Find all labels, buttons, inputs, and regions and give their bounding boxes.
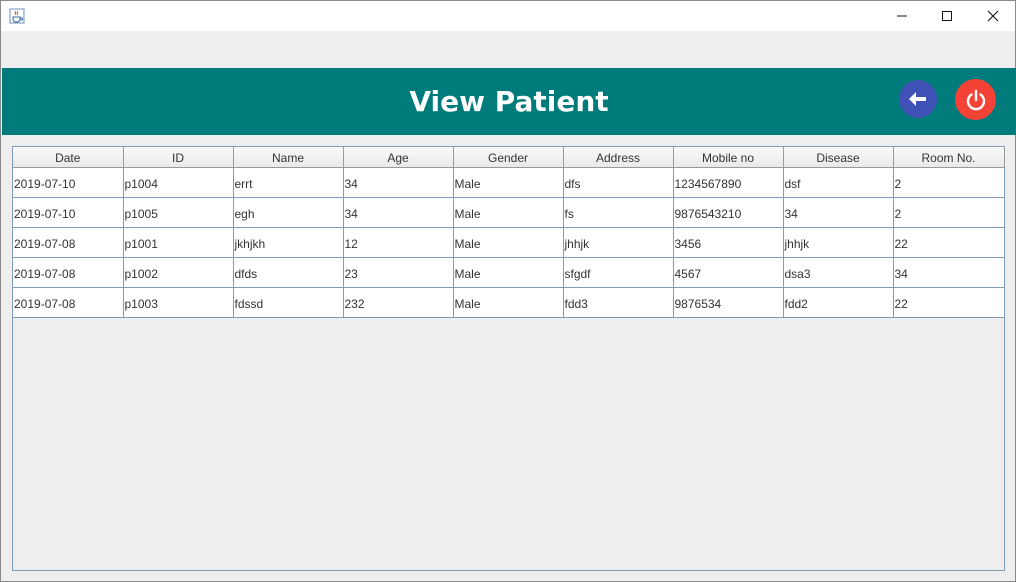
table-row[interactable]: 2019-07-08 p1002 dfds 23 Male sfgdf 4567… bbox=[13, 257, 1005, 288]
table-cell[interactable]: dfds bbox=[233, 257, 344, 288]
table-cell[interactable]: dsf bbox=[783, 167, 894, 198]
table-row[interactable]: 2019-07-08 p1003 fdssd 232 Male fdd3 987… bbox=[13, 287, 1005, 318]
column-header-gender[interactable]: Gender bbox=[453, 147, 564, 168]
table-cell[interactable]: fs bbox=[563, 197, 674, 228]
table-cell[interactable]: 23 bbox=[343, 257, 454, 288]
title-bar bbox=[1, 1, 1015, 31]
table-cell[interactable]: p1002 bbox=[123, 257, 234, 288]
table-cell[interactable]: 2 bbox=[893, 167, 1005, 198]
table-row[interactable]: 2019-07-10 p1004 errt 34 Male dfs 123456… bbox=[13, 167, 1005, 198]
table-header-row: Date ID Name Age Gender Address Mobile n… bbox=[13, 147, 1005, 168]
table-cell[interactable]: p1004 bbox=[123, 167, 234, 198]
table-cell[interactable]: 2019-07-10 bbox=[13, 167, 124, 198]
table-row[interactable]: 2019-07-08 p1001 jkhjkh 12 Male jhhjk 34… bbox=[13, 227, 1005, 258]
patient-table: Date ID Name Age Gender Address Mobile n… bbox=[13, 147, 1005, 318]
table-cell[interactable]: 34 bbox=[893, 257, 1005, 288]
table-cell[interactable]: Male bbox=[453, 257, 564, 288]
close-icon bbox=[987, 10, 999, 22]
table-cell[interactable]: 2 bbox=[893, 197, 1005, 228]
table-cell[interactable]: 12 bbox=[343, 227, 454, 258]
power-icon bbox=[966, 89, 985, 110]
close-button[interactable] bbox=[970, 1, 1016, 31]
table-cell[interactable]: 9876534 bbox=[673, 287, 784, 318]
page-title: View Patient bbox=[409, 85, 609, 118]
table-cell[interactable]: 2019-07-08 bbox=[13, 287, 124, 318]
table-cell[interactable]: 22 bbox=[893, 227, 1005, 258]
table-cell[interactable]: p1003 bbox=[123, 287, 234, 318]
table-row[interactable]: 2019-07-10 p1005 egh 34 Male fs 98765432… bbox=[13, 197, 1005, 228]
column-header-mobile[interactable]: Mobile no bbox=[673, 147, 784, 168]
table-cell[interactable]: 34 bbox=[343, 197, 454, 228]
table-cell[interactable]: fdd2 bbox=[783, 287, 894, 318]
table-cell[interactable]: Male bbox=[453, 227, 564, 258]
column-header-name[interactable]: Name bbox=[233, 147, 344, 168]
table-cell[interactable]: 22 bbox=[893, 287, 1005, 318]
table-cell[interactable]: Male bbox=[453, 287, 564, 318]
back-button[interactable] bbox=[899, 80, 937, 118]
table-cell[interactable]: 1234567890 bbox=[673, 167, 784, 198]
arrow-left-icon bbox=[909, 92, 926, 106]
table-cell[interactable]: dfs bbox=[563, 167, 674, 198]
table-cell[interactable]: jhhjk bbox=[783, 227, 894, 258]
app-window: View Patient Date ID Name Age Gender Add… bbox=[0, 0, 1016, 582]
table-cell[interactable]: jkhjkh bbox=[233, 227, 344, 258]
table-cell[interactable]: 2019-07-08 bbox=[13, 227, 124, 258]
table-cell[interactable]: 2019-07-10 bbox=[13, 197, 124, 228]
patient-table-scrollpane[interactable]: Date ID Name Age Gender Address Mobile n… bbox=[12, 146, 1005, 571]
header-banner: View Patient bbox=[2, 68, 1016, 135]
table-cell[interactable]: 232 bbox=[343, 287, 454, 318]
table-cell[interactable]: 2019-07-08 bbox=[13, 257, 124, 288]
power-button[interactable] bbox=[955, 79, 996, 120]
table-cell[interactable]: 4567 bbox=[673, 257, 784, 288]
table-cell[interactable]: Male bbox=[453, 197, 564, 228]
table-cell[interactable]: 34 bbox=[343, 167, 454, 198]
column-header-age[interactable]: Age bbox=[343, 147, 454, 168]
minimize-button[interactable] bbox=[879, 1, 925, 31]
table-cell[interactable]: 9876543210 bbox=[673, 197, 784, 228]
table-cell[interactable]: fdd3 bbox=[563, 287, 674, 318]
table-cell[interactable]: egh bbox=[233, 197, 344, 228]
column-header-id[interactable]: ID bbox=[123, 147, 234, 168]
maximize-icon bbox=[942, 11, 952, 21]
table-cell[interactable]: Male bbox=[453, 167, 564, 198]
table-cell[interactable]: jhhjk bbox=[563, 227, 674, 258]
minimize-icon bbox=[897, 15, 907, 17]
java-cup-icon bbox=[9, 8, 25, 24]
table-cell[interactable]: sfgdf bbox=[563, 257, 674, 288]
table-cell[interactable]: p1005 bbox=[123, 197, 234, 228]
table-cell[interactable]: fdssd bbox=[233, 287, 344, 318]
table-cell[interactable]: errt bbox=[233, 167, 344, 198]
column-header-date[interactable]: Date bbox=[13, 147, 124, 168]
table-cell[interactable]: 34 bbox=[783, 197, 894, 228]
table-cell[interactable]: 3456 bbox=[673, 227, 784, 258]
table-cell[interactable]: dsa3 bbox=[783, 257, 894, 288]
column-header-room[interactable]: Room No. bbox=[893, 147, 1005, 168]
column-header-disease[interactable]: Disease bbox=[783, 147, 894, 168]
table-cell[interactable]: p1001 bbox=[123, 227, 234, 258]
maximize-button[interactable] bbox=[924, 1, 970, 31]
column-header-address[interactable]: Address bbox=[563, 147, 674, 168]
